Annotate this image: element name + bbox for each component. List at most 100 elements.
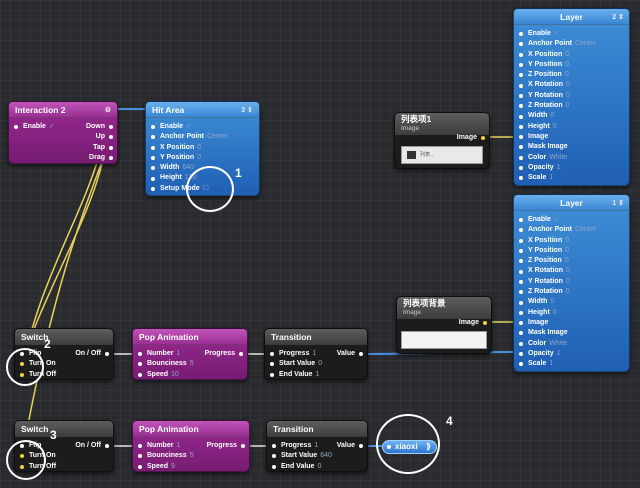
image-node-1[interactable]: 列表项1 Image Image 列表... (394, 112, 490, 169)
transition-row[interactable]: End Value 0 (267, 462, 367, 471)
input-port-icon[interactable] (519, 104, 523, 109)
layer-row-value[interactable]: White (549, 154, 567, 161)
input-port-icon[interactable] (519, 290, 523, 295)
layer-row[interactable]: Opacity 1 (514, 163, 629, 173)
hitarea-row[interactable]: Y Position 0 (146, 153, 259, 163)
layer-row-value[interactable]: 0 (550, 298, 554, 305)
transition-row-value[interactable]: 1 (314, 442, 318, 449)
layer-row[interactable]: Width 0 (514, 111, 629, 121)
layer-row[interactable]: Color White (514, 339, 629, 349)
layer-row[interactable]: Anchor Point Center (514, 39, 629, 49)
hitarea-row-value[interactable]: 640 (182, 164, 194, 171)
image-node-1-header[interactable]: 列表项1 Image (395, 113, 489, 135)
output-tap[interactable]: Tap (9, 143, 117, 153)
layer-row-value[interactable]: 0 (553, 123, 557, 130)
image-output-port[interactable]: Image (397, 318, 491, 328)
layer-row[interactable]: X Position 0 (514, 50, 629, 60)
input-port-icon[interactable] (519, 238, 523, 243)
layer-row[interactable]: Z Rotation 0 (514, 101, 629, 111)
input-port-icon[interactable] (272, 444, 276, 449)
layer-row[interactable]: Enable ✓ (514, 29, 629, 39)
output-up[interactable]: Up (9, 132, 117, 142)
output-down[interactable]: Down (9, 122, 117, 132)
layer-row[interactable]: Y Rotation 0 (514, 91, 629, 101)
transition-node-1-header[interactable]: Transition (265, 329, 367, 345)
transition-row[interactable]: Progress 1 (265, 349, 367, 359)
input-port-icon[interactable] (151, 186, 155, 191)
input-port-icon[interactable] (519, 300, 523, 305)
transition-row-value[interactable]: 640 (320, 452, 332, 459)
input-port-icon[interactable] (519, 218, 523, 223)
layer-row-value[interactable]: 0 (566, 278, 570, 285)
layer-row-value[interactable]: 0 (566, 267, 570, 274)
transition-row-value[interactable]: 0 (318, 360, 322, 367)
input-port-icon[interactable] (138, 444, 142, 449)
hitarea-row-value[interactable]: ✓ (186, 123, 192, 130)
input-port-icon[interactable] (138, 464, 142, 469)
input-port-icon[interactable] (151, 156, 155, 161)
switch-node-1-header[interactable]: Switch (15, 329, 113, 345)
input-port-icon[interactable] (138, 454, 142, 459)
layer-row[interactable]: Z Position 0 (514, 70, 629, 80)
layer-row-value[interactable]: 0 (550, 112, 554, 119)
pop-animation-row[interactable]: Bounciness 5 (133, 451, 249, 461)
hitarea-header[interactable]: Hit Area 3 ⇕ (146, 102, 259, 118)
layer-row-value[interactable]: 0 (553, 309, 557, 316)
layer-row[interactable]: Color White (514, 153, 629, 163)
layer-row[interactable]: Anchor Point Center (514, 225, 629, 235)
hitarea-row-value[interactable]: 0 (197, 154, 201, 161)
layer-row[interactable]: Image (514, 132, 629, 142)
output-drag[interactable]: Drag (9, 153, 117, 163)
pop-animation-row-value[interactable]: 1 (176, 442, 180, 449)
layer-row-value[interactable]: 0 (565, 257, 569, 264)
layer-row[interactable]: Image (514, 318, 629, 328)
input-port-icon[interactable] (519, 114, 523, 119)
transition-row[interactable]: Progress 1 (267, 441, 367, 451)
input-port-icon[interactable] (151, 145, 155, 150)
layer-row-value[interactable]: ✓ (554, 30, 560, 37)
layer-row-value[interactable]: 0 (566, 92, 570, 99)
pop-animation-row[interactable]: Number 1 (133, 441, 249, 451)
layer-row[interactable]: Scale 1 (514, 173, 629, 183)
input-port-icon[interactable] (138, 352, 142, 357)
layer-row-value[interactable]: 0 (565, 71, 569, 78)
layer-row-value[interactable]: 1 (557, 164, 561, 171)
pop-animation-node-2[interactable]: Pop Animation Progress Number 1 Bounciness 5… (132, 420, 250, 472)
input-port-icon[interactable] (270, 372, 274, 377)
input-port-icon[interactable] (519, 249, 523, 254)
input-port-icon[interactable] (519, 362, 523, 367)
input-port-icon[interactable] (151, 125, 155, 130)
pop-animation-row[interactable]: Bounciness 5 (133, 359, 247, 369)
input-port-icon[interactable] (272, 464, 276, 469)
layer-index-stepper[interactable]: 2 ⇕ (612, 13, 624, 21)
input-port-icon[interactable] (519, 93, 523, 98)
image-node-2-header[interactable]: 列表项背景 Image (397, 297, 491, 319)
layer-row[interactable]: Enable ✓ (514, 215, 629, 225)
input-port-icon[interactable] (519, 52, 523, 57)
transition-node-2-header[interactable]: Transition (267, 421, 367, 437)
pop-animation-row[interactable]: Number 1 (133, 349, 247, 359)
input-port-icon[interactable] (270, 362, 274, 367)
layer-node-1[interactable]: Layer 1 ⇕ Enable ✓ Anchor Point Center X Pos… (513, 194, 630, 372)
layer-row-value[interactable]: 0 (565, 247, 569, 254)
layer-node-2[interactable]: Layer 2 ⇕ Enable ✓ Anchor Point Center X Pos… (513, 8, 630, 186)
pop-animation-row-value[interactable]: 5 (190, 360, 194, 367)
pop-animation-row[interactable]: Speed 10 (133, 370, 247, 379)
transition-row[interactable]: Start Value 0 (265, 359, 367, 369)
output-port-icon[interactable] (109, 125, 113, 130)
layer-row[interactable]: Mask Image (514, 142, 629, 152)
switch-node-2-header[interactable]: Switch (15, 421, 113, 437)
layer-row-value[interactable]: White (549, 340, 567, 347)
layer-row-value[interactable]: Center (575, 226, 596, 233)
input-port-icon[interactable] (519, 32, 523, 37)
transition-row[interactable]: Start Value 640 (267, 451, 367, 461)
input-port-icon[interactable] (519, 73, 523, 78)
hitarea-row[interactable]: Anchor Point Center (146, 132, 259, 142)
output-port-icon[interactable] (109, 156, 113, 161)
layer-row[interactable]: X Rotation 0 (514, 80, 629, 90)
image-node-2[interactable]: 列表项背景 Image Image (396, 296, 492, 354)
transition-node-2[interactable]: Transition Value Progress 1 Start Value 640 E… (266, 420, 368, 472)
input-port-icon[interactable] (519, 279, 523, 284)
transition-node-1[interactable]: Transition Value Progress 1 Start Value 0 End… (264, 328, 368, 380)
layer-row[interactable]: X Position 0 (514, 236, 629, 246)
